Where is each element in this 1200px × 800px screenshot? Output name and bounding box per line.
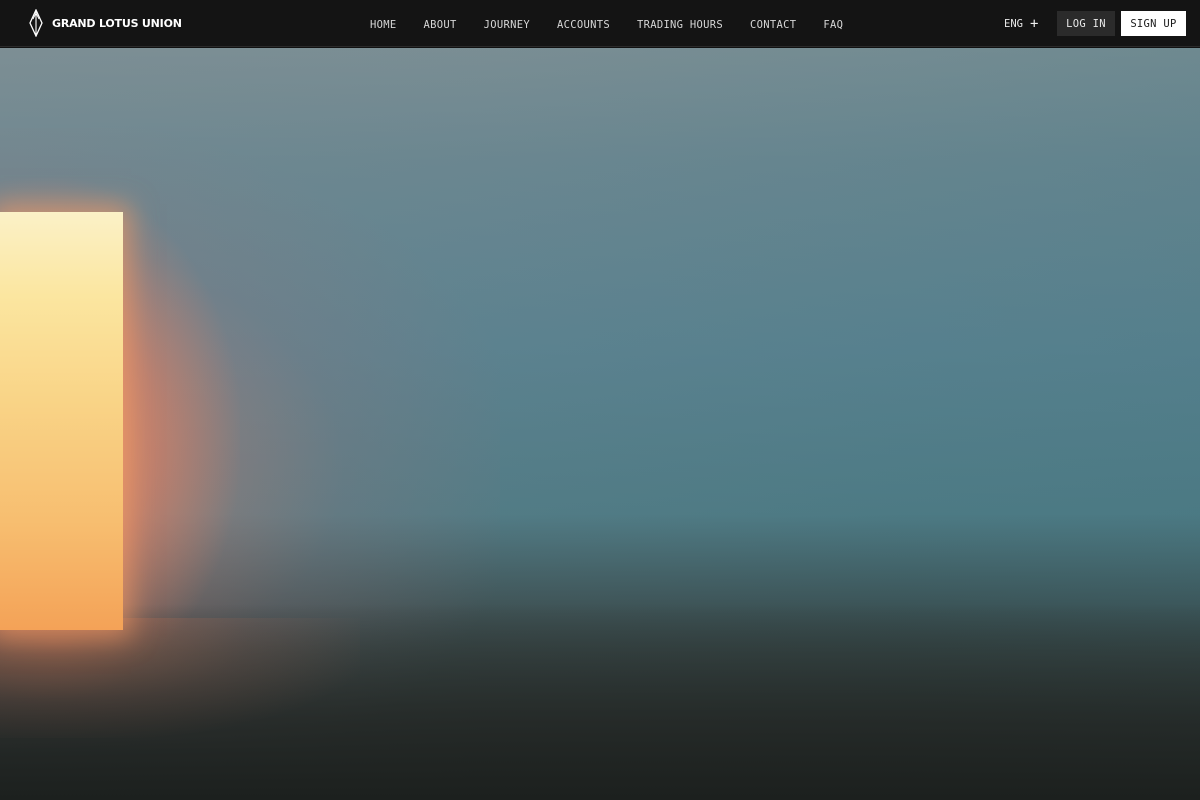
main-nav: HOME ABOUT JOURNEY ACCOUNTS TRADING HOUR…	[370, 0, 870, 47]
language-label: ENG	[1004, 18, 1023, 30]
nav-item-faq: FAQ	[823, 13, 843, 35]
brand-name: GRAND LOTUS UNION	[52, 16, 182, 30]
nav-link-contact[interactable]: CONTACT	[750, 15, 796, 35]
nav-item-journey: JOURNEY	[484, 13, 530, 35]
plus-icon: +	[1029, 16, 1039, 32]
sea-reflection-glow	[0, 618, 360, 738]
nav-item-trading-hours: TRADING HOURS	[637, 13, 723, 35]
nav-item-accounts: ACCOUNTS	[557, 13, 610, 35]
login-button[interactable]: LOG IN	[1057, 11, 1115, 36]
diamond-logo-icon	[29, 9, 43, 37]
nav-item-about: ABOUT	[424, 13, 457, 35]
glowing-doorway	[0, 212, 123, 630]
nav-link-journey[interactable]: JOURNEY	[484, 15, 530, 35]
nav-item-home: HOME	[370, 13, 397, 35]
nav-link-faq[interactable]: FAQ	[823, 15, 843, 35]
logo-link[interactable]: GRAND LOTUS UNION	[28, 9, 182, 37]
nav-link-home[interactable]: HOME	[370, 15, 397, 35]
signup-button[interactable]: SIGN UP	[1121, 11, 1186, 36]
nav-item-contact: CONTACT	[750, 13, 796, 35]
nav-link-accounts[interactable]: ACCOUNTS	[557, 15, 610, 35]
top-navbar: GRAND LOTUS UNION HOME ABOUT JOURNEY ACC…	[0, 0, 1200, 47]
hero-image	[0, 48, 1200, 800]
nav-link-about[interactable]: ABOUT	[424, 15, 457, 35]
language-selector[interactable]: ENG +	[1004, 15, 1038, 33]
nav-link-trading-hours[interactable]: TRADING HOURS	[637, 15, 723, 35]
